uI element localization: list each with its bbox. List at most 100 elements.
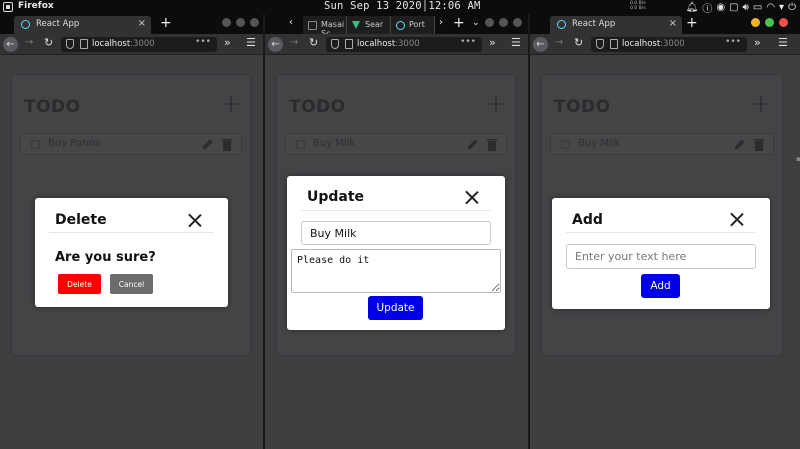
shield-icon[interactable] bbox=[331, 39, 339, 49]
battery-icon[interactable]: ▭ bbox=[753, 2, 762, 13]
tab-bar: React App × + bbox=[530, 14, 800, 34]
todo-checkbox[interactable] bbox=[296, 140, 305, 149]
maximize-icon[interactable] bbox=[499, 18, 508, 27]
page-actions-icon[interactable]: ••• bbox=[725, 37, 741, 47]
wifi-icon[interactable]: ◠ bbox=[766, 2, 775, 13]
add-button[interactable]: Add bbox=[641, 274, 680, 298]
page-actions-icon[interactable]: ••• bbox=[460, 37, 476, 47]
todo-item-text: Buy Milk bbox=[578, 138, 621, 149]
minimize-icon[interactable] bbox=[751, 18, 760, 27]
back-icon[interactable]: ← bbox=[533, 37, 548, 52]
title-input[interactable] bbox=[301, 221, 491, 245]
minimize-icon[interactable] bbox=[222, 18, 231, 27]
trash-icon[interactable] bbox=[222, 138, 232, 151]
browser-window-3: React App × + ← → ↻ localhost:3000 ••• »… bbox=[530, 14, 800, 449]
maximize-icon[interactable] bbox=[765, 18, 774, 27]
forward-icon[interactable]: → bbox=[555, 37, 563, 48]
todo-item: Buy Milk bbox=[550, 133, 774, 155]
trash-icon[interactable] bbox=[754, 138, 764, 151]
todo-text-input[interactable] bbox=[566, 244, 756, 269]
net-download-speed: 0.0 B/s bbox=[630, 6, 646, 11]
system-clock[interactable]: Sun Sep 13 2020│12:06 AM bbox=[324, 0, 481, 12]
modal-title: Add bbox=[572, 212, 603, 228]
shield-icon[interactable] bbox=[596, 39, 604, 49]
new-tab-icon[interactable]: + bbox=[453, 15, 465, 31]
tab-close-icon[interactable]: × bbox=[669, 18, 677, 29]
info-icon[interactable]: ⓘ bbox=[702, 0, 712, 15]
system-menu-chevron-icon[interactable]: ▾ bbox=[779, 2, 784, 13]
power-icon[interactable]: ⏻ bbox=[788, 2, 796, 13]
edit-pencil-icon[interactable] bbox=[734, 138, 746, 150]
tab-search[interactable]: Sear bbox=[347, 16, 391, 34]
overflow-chevrons-icon[interactable]: » bbox=[224, 36, 231, 49]
tray-app-icon[interactable]: ◉ bbox=[716, 2, 725, 13]
forward-icon[interactable]: → bbox=[25, 37, 33, 48]
active-app-name[interactable]: Firefox bbox=[18, 1, 54, 11]
trash-icon[interactable] bbox=[487, 138, 497, 151]
scroll-tabs-left-icon[interactable]: ‹ bbox=[289, 17, 293, 28]
close-window-icon[interactable] bbox=[250, 18, 259, 27]
scroll-tabs-right-icon[interactable]: › bbox=[439, 17, 443, 28]
url-bar[interactable]: localhost:3000 ••• bbox=[326, 37, 482, 52]
notification-bell-icon[interactable]: 🔔︎ bbox=[686, 2, 699, 13]
tab-close-icon[interactable]: × bbox=[138, 18, 146, 29]
tab-masai[interactable]: Masai Sc bbox=[303, 16, 347, 38]
browser-window-1: React App × + ← → ↻ localhost:3000 ••• »… bbox=[0, 14, 263, 449]
add-todo-icon[interactable]: + bbox=[750, 89, 772, 119]
tab-title: Port bbox=[409, 20, 425, 29]
close-icon[interactable] bbox=[188, 213, 202, 227]
todo-checkbox[interactable] bbox=[31, 140, 40, 149]
hamburger-menu-icon[interactable]: ☰ bbox=[246, 36, 256, 49]
add-todo-icon[interactable]: + bbox=[220, 89, 242, 119]
page-info-icon[interactable] bbox=[610, 39, 618, 49]
url-bar[interactable]: localhost:3000 ••• bbox=[61, 37, 217, 52]
volume-icon[interactable]: 🔊︎ bbox=[743, 2, 749, 13]
url-text: localhost:3000 bbox=[357, 39, 420, 49]
edit-pencil-icon[interactable] bbox=[202, 138, 214, 150]
edit-pencil-icon[interactable] bbox=[467, 138, 479, 150]
close-icon[interactable] bbox=[730, 212, 744, 226]
reload-icon[interactable]: ↻ bbox=[44, 36, 53, 49]
update-modal: Update Please do it Update bbox=[287, 176, 505, 330]
list-tabs-chevron-icon[interactable]: ⌄ bbox=[472, 18, 480, 28]
hamburger-menu-icon[interactable]: ☰ bbox=[511, 36, 521, 49]
tab-title: Sear bbox=[365, 20, 384, 29]
forward-icon[interactable]: → bbox=[290, 37, 298, 48]
window-controls bbox=[222, 18, 259, 27]
maximize-icon[interactable] bbox=[236, 18, 245, 27]
shield-icon[interactable] bbox=[66, 39, 74, 49]
clipboard-icon[interactable]: ▢ bbox=[729, 2, 738, 13]
todo-checkbox[interactable] bbox=[561, 140, 570, 149]
back-icon[interactable]: ← bbox=[3, 37, 18, 52]
modal-divider bbox=[301, 210, 491, 211]
hamburger-menu-icon[interactable]: ☰ bbox=[778, 36, 788, 49]
tab-react-app[interactable]: React App × bbox=[14, 16, 151, 34]
overflow-chevrons-icon[interactable]: » bbox=[754, 36, 761, 49]
close-icon[interactable] bbox=[465, 190, 479, 204]
confirm-question: Are you sure? bbox=[55, 250, 156, 265]
page-info-icon[interactable] bbox=[80, 39, 88, 49]
reload-icon[interactable]: ↻ bbox=[309, 36, 318, 49]
close-window-icon[interactable] bbox=[513, 18, 522, 27]
activities-icon[interactable] bbox=[3, 2, 13, 12]
tab-bar: ‹ Masai Sc Sear Port › + ⌄ bbox=[265, 14, 528, 38]
window-controls bbox=[485, 18, 522, 27]
url-bar[interactable]: localhost:3000 ••• bbox=[591, 37, 747, 52]
new-tab-icon[interactable]: + bbox=[160, 15, 172, 31]
page-info-icon[interactable] bbox=[345, 39, 353, 49]
overflow-chevrons-icon[interactable]: » bbox=[489, 36, 496, 49]
tab-port[interactable]: Port bbox=[391, 16, 435, 34]
network-speed: 0.0 B/s 0.0 B/s bbox=[630, 1, 646, 11]
add-todo-icon[interactable]: + bbox=[485, 89, 507, 119]
back-icon[interactable]: ← bbox=[268, 37, 283, 52]
cancel-button[interactable]: Cancel bbox=[110, 274, 153, 294]
description-textarea[interactable]: Please do it bbox=[291, 249, 501, 293]
update-button[interactable]: Update bbox=[368, 296, 423, 320]
page-actions-icon[interactable]: ••• bbox=[195, 37, 211, 47]
tab-react-app[interactable]: React App × bbox=[550, 16, 682, 34]
delete-button[interactable]: Delete bbox=[58, 274, 101, 294]
minimize-icon[interactable] bbox=[485, 18, 494, 27]
close-window-icon[interactable] bbox=[779, 18, 788, 27]
new-tab-icon[interactable]: + bbox=[686, 15, 698, 31]
reload-icon[interactable]: ↻ bbox=[574, 36, 583, 49]
